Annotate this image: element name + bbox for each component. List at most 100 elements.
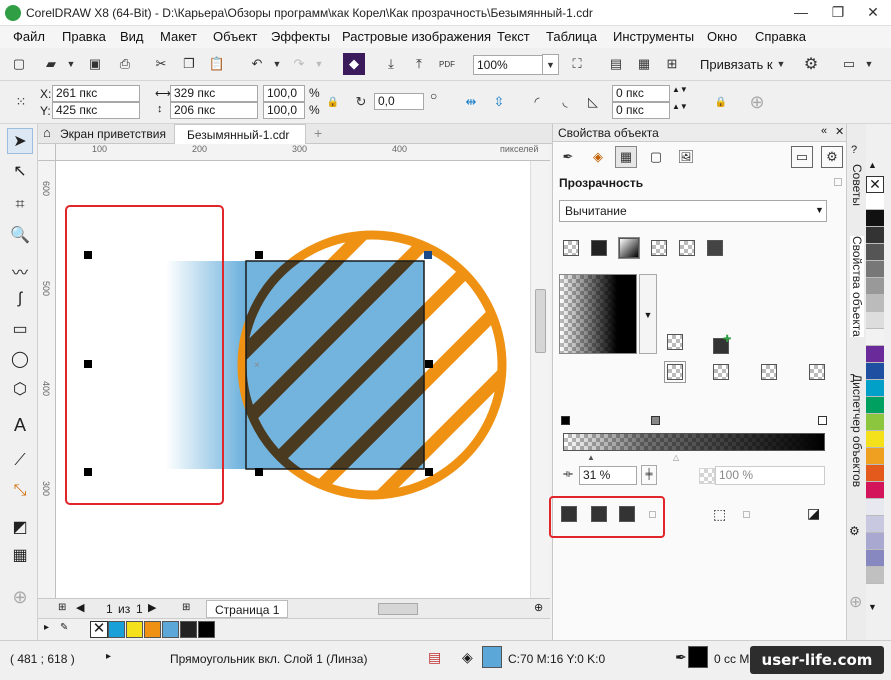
menu-help[interactable]: Справка (755, 29, 806, 44)
palette-color-swatch[interactable] (866, 363, 884, 380)
image-tab-icon[interactable]: 🖼 (675, 146, 697, 168)
prev-page-icon[interactable]: ◀ (76, 601, 84, 614)
node-position-spinner-icon[interactable]: ╪ (641, 465, 657, 485)
undo-dropdown-icon[interactable]: ▼ (266, 53, 288, 75)
no-fill-swatch[interactable]: ✕ (866, 176, 884, 193)
color-proof-icon[interactable]: ▤ (428, 649, 441, 666)
docker-close-icon[interactable]: ✕ (835, 125, 844, 138)
snap-dropdown-icon[interactable]: ▼ (770, 53, 792, 75)
palette-scroll-up-icon[interactable]: ▲ (868, 160, 877, 170)
palette-color-swatch[interactable] (866, 346, 884, 363)
paste-icon[interactable]: 📋 (206, 53, 228, 75)
palette-color-swatch[interactable] (866, 312, 884, 329)
zoom-to-page-icon[interactable]: ⊕ (534, 601, 543, 614)
tab-hints[interactable]: Советы (850, 164, 864, 206)
dockers-more-icon[interactable]: ⚙ (849, 524, 860, 538)
outline-color-swatch[interactable] (688, 646, 708, 668)
tab-object-manager[interactable]: Диспетчер объектов (850, 374, 864, 487)
round-corner-icon[interactable]: ◜ (526, 91, 548, 113)
palette-color-swatch[interactable] (866, 465, 884, 482)
zoom-tool-icon[interactable]: 🔍 (7, 222, 33, 248)
frame-tab-icon[interactable]: ▢ (645, 146, 667, 168)
palette-color-swatch[interactable] (866, 499, 884, 516)
artistic-media-icon[interactable]: ʃ (7, 286, 33, 312)
connector-tool-icon[interactable]: ⤡ (7, 478, 33, 504)
doc-palette-swatch[interactable] (126, 621, 143, 638)
edit-transparency-icon[interactable]: ◪ (807, 505, 820, 522)
conical-fountain-icon[interactable] (713, 364, 729, 380)
bitmap-pattern-transparency-icon[interactable] (679, 240, 695, 256)
menu-window[interactable]: Окно (707, 29, 737, 44)
no-color-swatch[interactable]: ✕ (90, 621, 108, 638)
palette-color-swatch[interactable] (866, 414, 884, 431)
preview-dropdown-icon[interactable]: ▼ (639, 274, 657, 354)
fill-tab-icon[interactable]: ◈ (587, 146, 609, 168)
doc-palette-swatch[interactable] (180, 621, 197, 638)
search-content-icon[interactable]: ◆ (343, 53, 365, 75)
redo-dropdown-icon[interactable]: ▼ (308, 53, 330, 75)
polygon-tool-icon[interactable]: ⬡ (7, 376, 33, 402)
crop-tool-icon[interactable]: ⌗ (7, 192, 33, 218)
rectangular-fountain-icon[interactable] (761, 364, 777, 380)
merge-mode-dropdown-icon[interactable]: ▼ (815, 205, 824, 215)
rectangle-tool-icon[interactable]: ▭ (7, 316, 33, 342)
add-page-after-icon[interactable]: ⊞ (182, 602, 190, 613)
mirror-vertical-icon[interactable]: ⇳ (488, 91, 510, 113)
corner-radius-bottom-field[interactable]: 0 пкс (612, 102, 670, 119)
doc-palette-swatch[interactable] (108, 621, 125, 638)
add-transparency-icon[interactable]: ✚ (723, 334, 731, 345)
tab-object-properties[interactable]: Свойства объекта (850, 236, 864, 337)
scale-x-field[interactable]: 100,0 (263, 85, 305, 102)
spin-up-icon[interactable]: ▲▼ (672, 85, 688, 94)
node-mid-marker[interactable] (651, 416, 660, 425)
redo-icon[interactable]: ↷ (288, 53, 310, 75)
add-docker-icon[interactable]: ⊕ (849, 592, 862, 612)
chamfer-corner-icon[interactable]: ◺ (582, 91, 604, 113)
open-folder-icon[interactable]: ▰ (40, 53, 62, 75)
palette-scroll-down-icon[interactable]: ▼ (868, 602, 877, 612)
options-gear-icon[interactable]: ⚙ (800, 53, 822, 75)
doc-palette-swatch[interactable] (162, 621, 179, 638)
menu-object[interactable]: Объект (213, 29, 257, 44)
corner-radius-top-field[interactable]: 0 пкс (612, 85, 670, 102)
palette-color-swatch[interactable] (866, 278, 884, 295)
menu-view[interactable]: Вид (120, 29, 144, 44)
pick-tool-icon[interactable]: ➤ (7, 128, 33, 154)
print-icon[interactable]: ⎙ (114, 53, 136, 75)
palette-color-swatch[interactable] (866, 261, 884, 278)
new-tab-icon[interactable]: + (314, 125, 322, 141)
vector-pattern-transparency-icon[interactable] (651, 240, 667, 256)
menu-layout[interactable]: Макет (160, 29, 197, 44)
copy-icon[interactable]: ❐ (178, 53, 200, 75)
drop-shadow-icon[interactable]: ◩ (7, 514, 33, 540)
full-screen-icon[interactable]: ⛶ (566, 53, 588, 75)
docker-view-icon[interactable]: ▭ (791, 146, 813, 168)
transparency-tab-icon[interactable]: ▦ (615, 146, 637, 168)
show-guidelines-icon[interactable]: ⊞ (661, 53, 683, 75)
elliptical-fountain-icon[interactable] (664, 361, 686, 383)
minimize-button[interactable]: — (783, 0, 819, 26)
spin-down-icon[interactable]: ▲▼ (672, 102, 688, 111)
palette-options-icon[interactable]: ▸ (44, 622, 49, 633)
freehand-tool-icon[interactable]: 〰 (7, 258, 33, 284)
lock-ratio-icon[interactable]: 🔒 (322, 91, 344, 113)
tab-welcome-screen[interactable]: ⌂ Экран приветствия (38, 124, 172, 144)
import-icon[interactable]: ⤓ (380, 53, 402, 75)
outline-tab-icon[interactable]: ✒ (557, 146, 579, 168)
vertical-scrollbar[interactable] (530, 161, 550, 598)
menu-table[interactable]: Таблица (546, 29, 597, 44)
palette-color-swatch[interactable] (866, 244, 884, 261)
open-dropdown-icon[interactable]: ▼ (60, 53, 82, 75)
node-position-field[interactable]: 31 % (579, 466, 637, 485)
mirror-horizontal-icon[interactable]: ⇹ (460, 91, 482, 113)
palette-color-swatch[interactable] (866, 397, 884, 414)
midpoint-marker-2[interactable]: △ (673, 453, 679, 462)
shape-tool-icon[interactable]: ↖ (7, 158, 33, 184)
palette-color-swatch[interactable] (866, 567, 884, 584)
text-tool-icon[interactable]: A (7, 412, 33, 438)
palette-color-swatch[interactable] (866, 550, 884, 567)
no-transparency-icon[interactable] (563, 240, 579, 256)
height-field[interactable]: 206 пкс (170, 102, 258, 119)
menu-bitmaps[interactable]: Растровые изображения (342, 29, 491, 44)
add-tool-icon[interactable]: ⊕ (7, 584, 33, 610)
